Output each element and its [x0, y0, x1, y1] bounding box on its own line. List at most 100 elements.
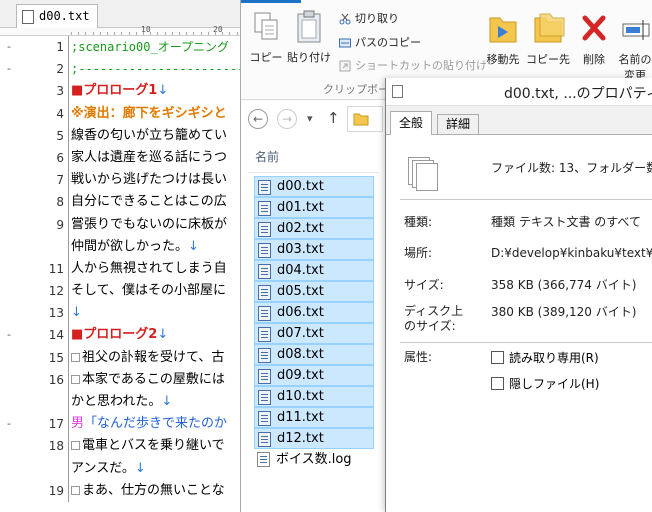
editor-line[interactable]: - 17 男「なんだ歩きで来たのか [0, 413, 240, 436]
move-to-folder-icon [489, 17, 517, 43]
fold-marker[interactable]: - [4, 413, 14, 435]
editor-line[interactable]: かと思われた。↓ [0, 391, 240, 414]
line-text: アンスだ。↓ [71, 458, 146, 480]
line-content: 家人は遺産を巡る話にうつ [71, 149, 228, 165]
file-row-selected[interactable]: d01.txt [254, 197, 374, 218]
readonly-checkbox[interactable]: 読み取り専用(R) [491, 351, 599, 365]
file-row-selected[interactable]: d02.txt [254, 218, 374, 239]
cut-button[interactable]: 切り取り [339, 10, 399, 28]
line-number: 3 [56, 84, 64, 99]
tab-details[interactable]: 詳細 [437, 114, 480, 135]
line-text: 人から無視されてしまう自 [71, 258, 227, 280]
editor-line[interactable]: 18 電車とバスを乗り継いで [0, 435, 240, 458]
editor-line[interactable]: 5 線香の匂いが立ち籠めてい [0, 124, 240, 147]
text-file-icon [258, 285, 271, 300]
editor-tab-bar: d00.txt [0, 0, 240, 28]
text-file-icon [258, 369, 271, 384]
dialog-title-bar[interactable]: d00.txt, ...のプロパティ [386, 78, 652, 106]
line-number: 5 [56, 128, 64, 143]
file-row-selected[interactable]: d07.txt [254, 323, 374, 344]
editor-line[interactable]: 13 ↓ [0, 302, 240, 325]
file-row-selected[interactable]: d08.txt [254, 344, 374, 365]
editor-line[interactable]: 3 ■プロローグ1↓ [0, 80, 240, 103]
up-arrow-icon[interactable]: ↑ [327, 109, 340, 127]
file-row-selected[interactable]: d12.txt [254, 428, 374, 449]
line-content: ■プロローグ2 [71, 327, 158, 343]
editor-line[interactable]: 6 家人は遺産を巡る話にうつ [0, 146, 240, 170]
editor-tab-d00[interactable]: d00.txt [16, 4, 98, 28]
line-text: ■プロローグ2↓ [71, 324, 168, 346]
line-text: ;scenario00_オープニング [71, 36, 229, 59]
editor-line[interactable]: - 14 ■プロローグ2↓ [0, 324, 240, 347]
copy-path-button[interactable]: パスのコピー [339, 34, 421, 52]
rename-button[interactable]: 名前の 変更 [615, 8, 652, 83]
file-row-selected[interactable]: d04.txt [254, 260, 374, 281]
file-row-selected[interactable]: d00.txt [254, 176, 374, 197]
ruler-tick [150, 32, 152, 35]
text-editor[interactable]: d00.txt 10 20 - 1 ;scenario00_オープニング - 2 ;---… [0, 0, 240, 512]
file-row-selected[interactable]: d06.txt [254, 302, 374, 323]
editor-line[interactable]: 11 人から無視されてしまう自 [0, 257, 240, 281]
editor-line[interactable]: 9 嘗張りでもないのに床板が [0, 213, 240, 236]
gutter-separator [68, 257, 69, 281]
editor-line[interactable]: 7 戦いから逃げたつけは長い [0, 169, 240, 192]
editor-line[interactable]: 8 自分にできることはこの広 [0, 191, 240, 214]
back-button[interactable]: ← [248, 109, 268, 129]
file-row-selected[interactable]: d09.txt [254, 365, 374, 386]
file-list[interactable]: 名前 d00.txt d01.txt d02.txt d03.txt d04.txt d0… [241, 138, 386, 512]
forward-button[interactable]: → [277, 109, 297, 129]
log-file-icon [257, 452, 270, 467]
paste-shortcut-button[interactable]: ショートカットの貼り付け [339, 57, 487, 75]
ruler-tick [164, 32, 166, 35]
fullwidth-space-marker [71, 352, 80, 362]
editor-line[interactable]: 仲間が欲しかった。↓ [0, 235, 240, 258]
file-row-selected[interactable]: d05.txt [254, 281, 374, 302]
line-content: そして、僕はその小部屋に [71, 283, 226, 299]
ruler-tick [171, 32, 173, 35]
editor-line[interactable]: 12 そして、僕はその小部屋に [0, 280, 240, 303]
line-number: 1 [56, 40, 64, 54]
editor-line[interactable]: - 2 ;--------------------------- [0, 58, 240, 81]
line-number: 2 [56, 62, 64, 77]
fold-marker[interactable]: - [4, 36, 14, 58]
file-row-selected[interactable]: d03.txt [254, 239, 374, 260]
recent-dropdown-icon[interactable]: ▾ [307, 112, 313, 125]
tab-general[interactable]: 全般 [390, 111, 433, 135]
editor-line[interactable]: 15 祖父の訃報を受けて、古 [0, 346, 240, 369]
editor-text-area[interactable]: - 1 ;scenario00_オープニング - 2 ;-----------------… [0, 36, 240, 502]
editor-line[interactable]: - 1 ;scenario00_オープニング [0, 36, 240, 59]
address-bar[interactable] [347, 106, 383, 132]
gutter-separator [68, 58, 69, 81]
editor-line[interactable]: アンスだ。↓ [0, 457, 240, 480]
editor-line[interactable]: 19 まあ、仕方の無いことな [0, 479, 240, 502]
paste-shortcut-icon [339, 60, 351, 72]
file-row-selected[interactable]: d11.txt [254, 407, 374, 428]
editor-line[interactable]: 16 本家であるこの屋敷には [0, 368, 240, 391]
forward-arrow-icon: → [281, 112, 293, 126]
text-file-icon [258, 411, 271, 426]
file-name: d11.txt [277, 410, 324, 425]
copy-to-button[interactable]: コピー先 [525, 8, 571, 67]
delete-button[interactable]: 削除 [579, 8, 609, 67]
file-name: d04.txt [277, 263, 324, 278]
ruler-tick [78, 32, 80, 35]
line-text: 自分にできることはこの広 [71, 191, 227, 213]
paste-button[interactable]: 貼り付け [287, 10, 331, 65]
line-number: 14 [48, 328, 64, 343]
folder-icon [353, 113, 369, 126]
editor-line[interactable]: 4 ※演出：廊下をギシギシと [0, 102, 240, 125]
ruler-tick [85, 32, 87, 35]
name-column-header[interactable]: 名前 [255, 148, 279, 165]
text-file-icon [258, 180, 271, 195]
line-text: ;--------------------------- [71, 58, 240, 81]
copy-button[interactable]: コピー [249, 10, 283, 65]
fold-marker[interactable]: - [4, 324, 14, 346]
disk-size-value: 380 KB (389,120 バイト) [491, 305, 637, 319]
fold-marker[interactable]: - [4, 58, 14, 80]
ruler-tick [92, 32, 94, 35]
hidden-checkbox[interactable]: 隠しファイル(H) [491, 377, 599, 391]
move-to-button[interactable]: 移動先 [481, 8, 525, 67]
file-row-log[interactable]: ボイス数.log [254, 449, 374, 470]
file-row-selected[interactable]: d10.txt [254, 386, 374, 407]
newline-arrow-icon: ↓ [157, 327, 169, 343]
